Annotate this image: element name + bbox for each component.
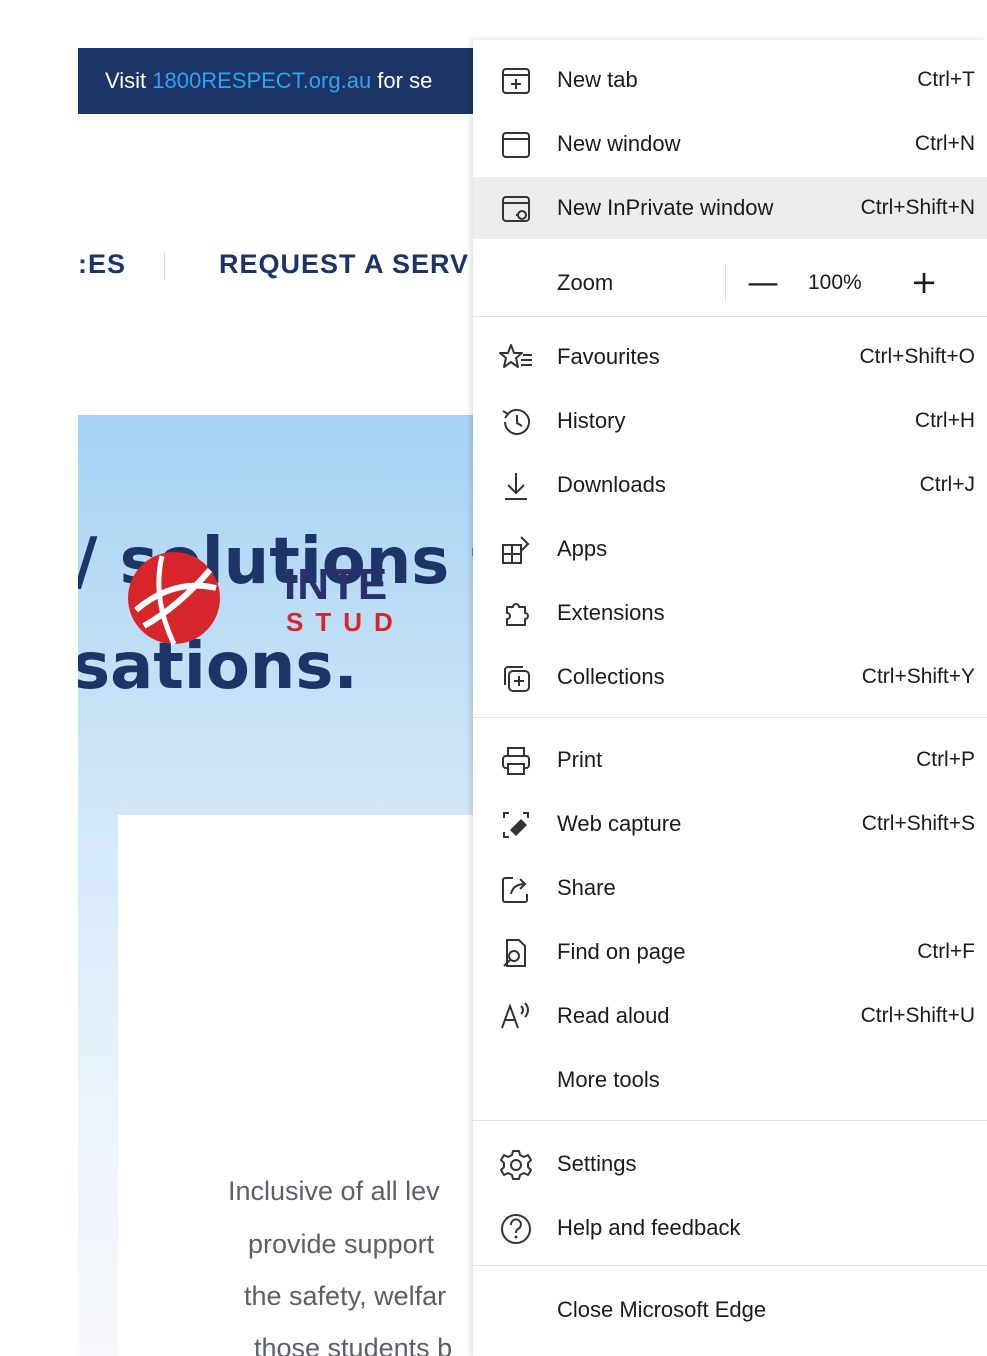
logo-text: INTE	[284, 560, 389, 609]
find-icon	[499, 936, 533, 970]
menu-item-label: Settings	[557, 1151, 637, 1176]
menu-item-shortcut: Ctrl+N	[914, 132, 975, 155]
menu-item-shortcut: Ctrl+Shift+U	[860, 1004, 975, 1027]
menu-item-help-and-feedback[interactable]: Help and feedback	[473, 1197, 987, 1259]
menu-item-label: New window	[557, 131, 681, 156]
menu-item-shortcut: Ctrl+Shift+N	[860, 196, 975, 219]
menu-item-shortcut: Ctrl+F	[917, 940, 975, 963]
help-icon	[499, 1212, 533, 1246]
site-nav: :ES REQUEST A SERV	[78, 246, 498, 286]
web-capture-icon	[499, 808, 533, 842]
history-icon	[499, 405, 533, 439]
menu-item-settings[interactable]: Settings	[473, 1133, 987, 1195]
menu-item-new-tab[interactable]: New tab Ctrl+T	[473, 49, 987, 111]
menu-item-shortcut: Ctrl+J	[919, 473, 975, 496]
menu-item-print[interactable]: Print Ctrl+P	[473, 729, 987, 791]
zoom-label: Zoom	[557, 270, 614, 295]
menu-item-label: More tools	[557, 1067, 660, 1092]
menu-item-label: History	[557, 408, 626, 433]
read-aloud-icon	[499, 1000, 533, 1034]
menu-item-label: Read aloud	[557, 1003, 670, 1028]
menu-item-label: Collections	[557, 664, 665, 689]
menu-item-label: Print	[557, 747, 603, 772]
download-icon	[499, 469, 533, 503]
menu-item-label: New InPrivate window	[557, 195, 774, 220]
apps-icon	[499, 533, 533, 567]
menu-item-favourites[interactable]: Favourites Ctrl+Shift+O	[473, 326, 987, 388]
menu-item-new-inprivate-window[interactable]: New InPrivate window Ctrl+Shift+N	[473, 177, 987, 239]
menu-item-read-aloud[interactable]: Read aloud Ctrl+Shift+U	[473, 985, 987, 1047]
menu-item-label: Downloads	[557, 472, 666, 497]
menu-item-label: Favourites	[557, 344, 660, 369]
new-tab-icon	[499, 64, 533, 98]
nav-item-services[interactable]: :ES	[78, 246, 126, 282]
menu-item-close-microsoft-edge[interactable]: Close Microsoft Edge	[473, 1279, 987, 1341]
menu-item-shortcut: Ctrl+T	[917, 68, 975, 91]
print-icon	[499, 744, 533, 778]
zoom-separator	[725, 264, 726, 302]
menu-item-label: Share	[557, 875, 616, 900]
menu-item-label: Close Microsoft Edge	[557, 1297, 767, 1322]
menu-item-label: Help and feedback	[557, 1215, 741, 1240]
card-paragraph-line: provide support	[248, 1229, 435, 1259]
card-paragraph-line: those students b	[254, 1333, 453, 1356]
menu-item-history[interactable]: History Ctrl+H	[473, 390, 987, 452]
favourites-icon	[499, 341, 533, 375]
menu-item-shortcut: Ctrl+P	[916, 748, 975, 771]
zoom-out-button[interactable]: —	[743, 264, 783, 302]
menu-item-extensions[interactable]: Extensions	[473, 582, 987, 644]
menu-item-label: Web capture	[557, 811, 682, 836]
extensions-icon	[499, 597, 533, 631]
banner-link[interactable]: 1800RESPECT.org.au	[152, 68, 371, 93]
menu-item-collections[interactable]: Collections Ctrl+Shift+Y	[473, 646, 987, 708]
menu-item-shortcut: Ctrl+Shift+Y	[861, 665, 975, 688]
nav-item-request-service[interactable]: REQUEST A SERV	[219, 246, 469, 282]
menu-item-label: Extensions	[557, 600, 665, 625]
card-paragraph-line: the safety, welfar	[244, 1281, 447, 1311]
menu-item-new-window[interactable]: New window Ctrl+N	[473, 113, 987, 175]
menu-divider	[473, 1120, 987, 1121]
logo-globe-icon	[124, 548, 224, 653]
menu-item-apps[interactable]: Apps	[473, 518, 987, 580]
menu-item-shortcut: Ctrl+Shift+O	[859, 345, 975, 368]
menu-divider	[473, 717, 987, 718]
support-banner: Visit 1800RESPECT.org.au for se	[78, 48, 498, 114]
menu-item-find-on-page[interactable]: Find on page Ctrl+F	[473, 921, 987, 983]
menu-item-shortcut: Ctrl+H	[914, 409, 975, 432]
nav-separator	[164, 252, 165, 280]
menu-item-label: Find on page	[557, 939, 686, 964]
card-paragraph-line: Inclusive of all lev	[228, 1176, 440, 1206]
share-icon	[499, 872, 533, 906]
logo-subtext: STUD	[286, 607, 405, 637]
collections-icon	[499, 661, 533, 695]
banner-text-suffix: for se	[371, 68, 433, 93]
menu-item-shortcut: Ctrl+Shift+S	[861, 812, 975, 835]
zoom-in-button[interactable]: +	[904, 264, 944, 302]
menu-item-share[interactable]: Share	[473, 857, 987, 919]
zoom-level: 100%	[808, 271, 862, 294]
gear-icon	[499, 1148, 533, 1182]
menu-item-downloads[interactable]: Downloads Ctrl+J	[473, 454, 987, 516]
zoom-row: Zoom — 100% +	[473, 252, 987, 314]
banner-text-prefix: Visit	[105, 68, 153, 93]
menu-item-more-tools[interactable]: More tools	[473, 1049, 987, 1111]
settings-and-more-menu: New tab Ctrl+T New window Ctrl+N New InP…	[473, 40, 987, 1356]
menu-item-label: New tab	[557, 67, 638, 92]
inprivate-icon	[499, 192, 533, 226]
menu-item-label: Apps	[557, 536, 608, 561]
menu-divider	[473, 1265, 987, 1266]
info-card	[118, 815, 498, 1356]
menu-divider	[473, 316, 987, 317]
menu-item-web-capture[interactable]: Web capture Ctrl+Shift+S	[473, 793, 987, 855]
new-window-icon	[499, 128, 533, 162]
